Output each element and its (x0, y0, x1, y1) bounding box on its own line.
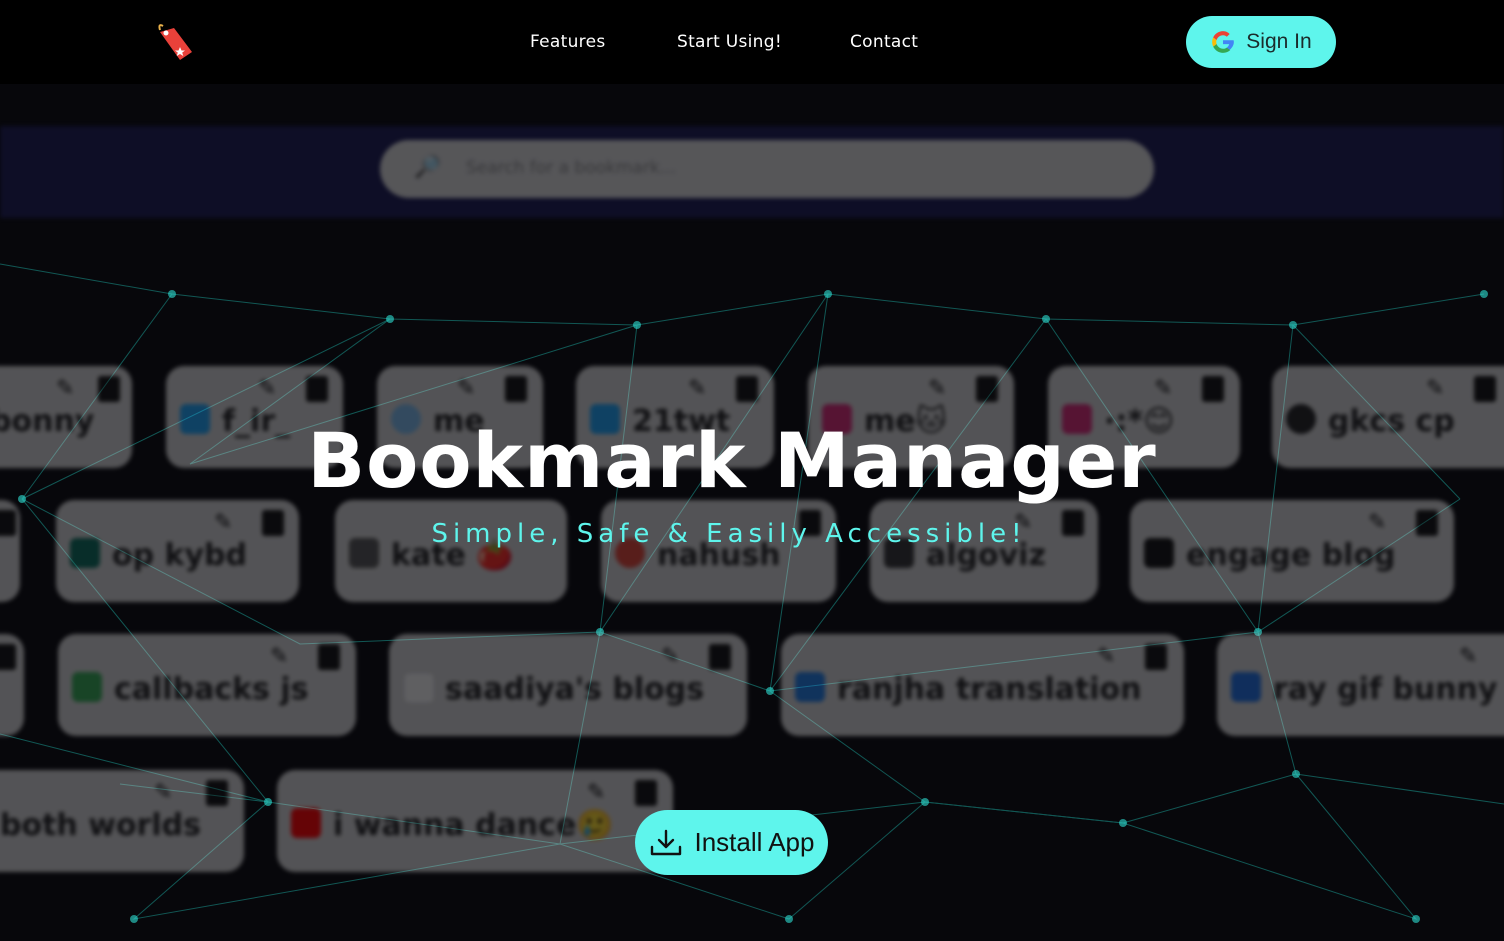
bookmark-tag-icon[interactable] (154, 22, 196, 64)
page-icon (403, 672, 435, 704)
pencil-icon: ✎ (661, 644, 680, 669)
trash-icon (505, 376, 527, 402)
nav-contact-link[interactable]: Contact (850, 32, 918, 52)
pencil-icon: ✎ (56, 376, 75, 401)
trash-icon (736, 376, 758, 402)
nav-features-link[interactable]: Features (530, 32, 606, 52)
trash-icon (98, 376, 120, 402)
sign-in-label: Sign In (1246, 30, 1312, 53)
trash-icon (635, 780, 657, 806)
bookmark-card: saadiya's blogs ✎ (389, 634, 747, 736)
trash-icon (1145, 644, 1167, 670)
bookmark-card: both worlds ✎ (0, 770, 244, 872)
trash-icon (709, 644, 731, 670)
trash-icon (206, 780, 228, 806)
bookmark-label: ranjha translation (837, 672, 1142, 707)
sign-in-button[interactable]: Sign In (1186, 16, 1336, 68)
install-app-button[interactable]: Install App (635, 810, 828, 875)
magnifier-icon: 🔎 (414, 155, 442, 180)
doc-icon (72, 672, 102, 702)
bookmark-label: callbacks js (114, 672, 309, 707)
bookmark-card: ray gif bunny ✎ (1217, 634, 1504, 736)
pencil-icon: ✎ (1154, 376, 1173, 401)
pencil-icon: ✎ (1097, 644, 1116, 669)
install-app-label: Install App (694, 827, 815, 857)
search-placeholder: Search for a bookmark... (466, 158, 676, 178)
pencil-icon: ✎ (154, 780, 173, 805)
bookmark-card: op kybd ✎ (56, 500, 299, 602)
trash-icon (306, 376, 328, 402)
bookmark-card: i wanna dance🥲 ✎ (277, 770, 673, 872)
translate-icon (795, 672, 825, 702)
pencil-icon: ✎ (457, 376, 476, 401)
bookmark-label: i wanna dance🥲 (333, 808, 614, 843)
hero-title: Bookmark Manager (307, 416, 1157, 505)
bookmark-card: engage blog ✎ (1130, 500, 1454, 602)
top-navbar: Features Start Using! Contact Sign In (0, 0, 1504, 84)
bookmark-card: callbacks js ✎ (58, 634, 356, 736)
nav-start-using-link[interactable]: Start Using! (677, 32, 782, 52)
hero-subtitle: Simple, Safe & Easily Accessible! (431, 519, 1027, 549)
bookmark-card: nahush (601, 500, 836, 602)
trash-icon (318, 644, 340, 670)
pencil-icon: ✎ (270, 644, 289, 669)
trash-icon (0, 644, 16, 670)
download-icon (650, 829, 681, 855)
pencil-icon: ✎ (688, 376, 707, 401)
gif-icon (1231, 672, 1261, 702)
google-icon (1212, 31, 1235, 53)
bookmark-label: ray gif bunny (1273, 672, 1498, 707)
search-bar: 🔎 Search for a bookmark... (380, 140, 1154, 198)
pencil-icon: ✎ (1426, 376, 1445, 401)
pencil-icon: ✎ (258, 376, 277, 401)
pencil-icon: ✎ (928, 376, 947, 401)
bookmark-label: saadiya's blogs (445, 672, 705, 707)
trash-icon (1474, 376, 1496, 402)
bookmark-card (0, 500, 20, 602)
trash-icon (1202, 376, 1224, 402)
trash-icon (976, 376, 998, 402)
bookmark-label: both worlds (0, 808, 201, 843)
pencil-icon: ✎ (587, 780, 606, 805)
bookmark-card: kate 🍅 (335, 500, 567, 602)
bookmark-card: ranjha translation ✎ (781, 634, 1184, 736)
youtube-icon (291, 808, 321, 838)
pencil-icon: ✎ (1459, 644, 1478, 669)
bookmark-card: algoviz ✎ (870, 500, 1098, 602)
bookmark-card (0, 634, 24, 736)
